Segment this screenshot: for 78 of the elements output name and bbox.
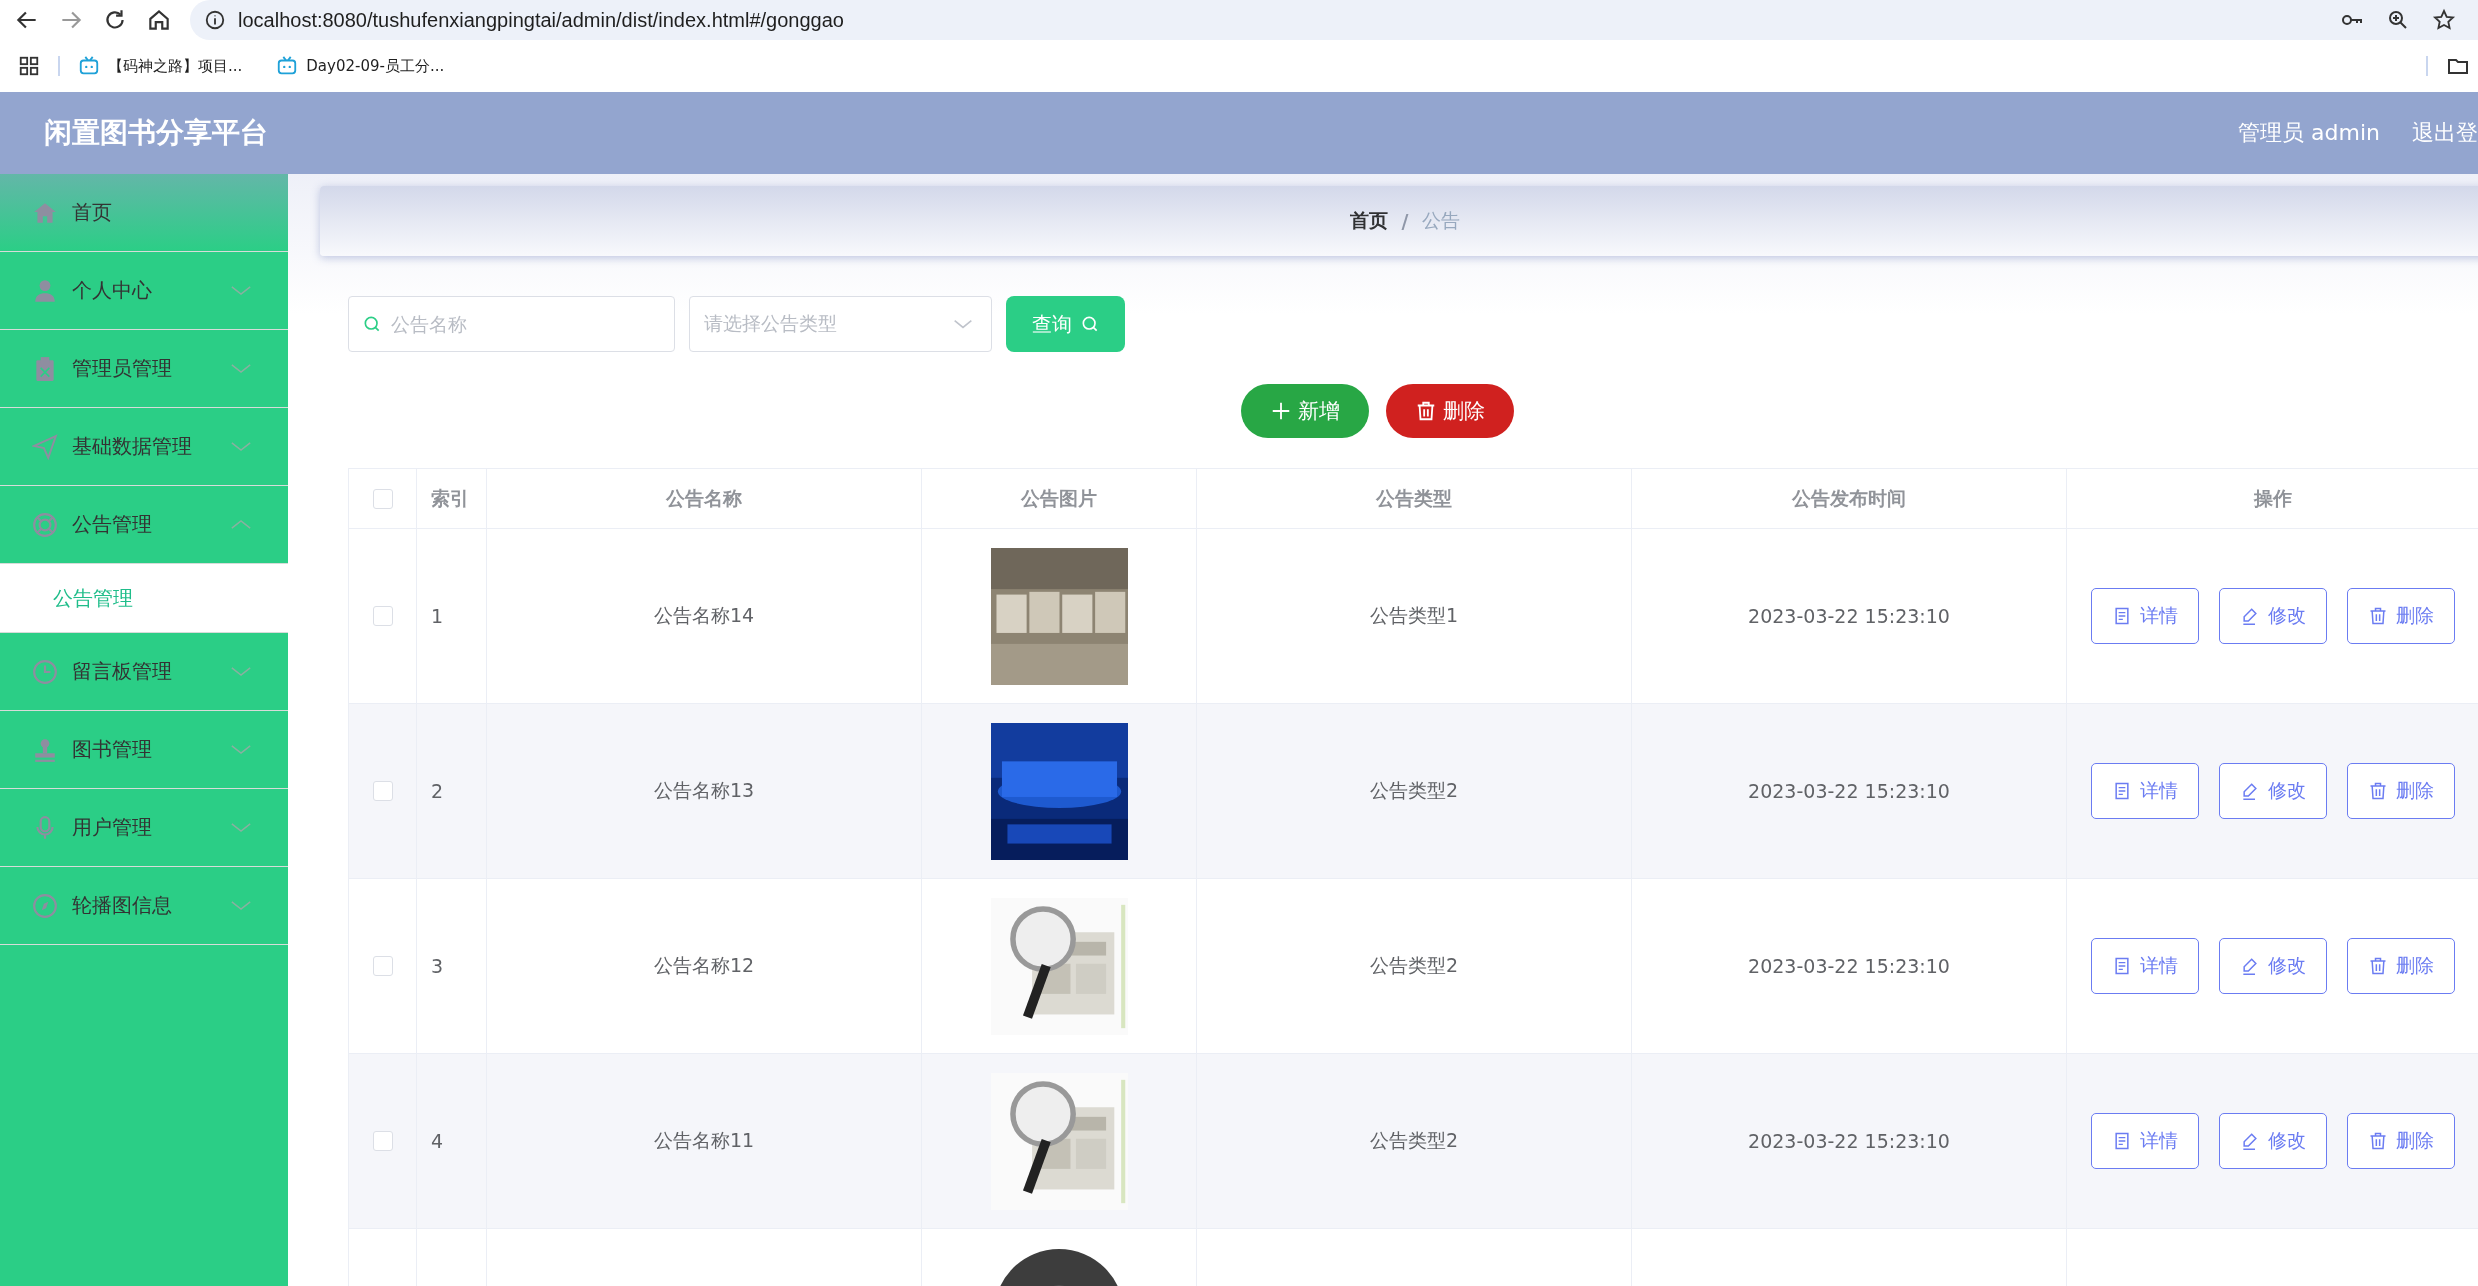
person-icon <box>32 277 58 304</box>
bookmark[interactable]: 【码神之路】项目... <box>78 55 243 77</box>
chevron-down-icon <box>230 744 252 755</box>
checkbox[interactable] <box>372 488 393 509</box>
clock-icon <box>32 658 58 685</box>
checkbox[interactable] <box>372 781 393 801</box>
table-cell-text: 公告名称14 <box>653 603 755 628</box>
search-icon <box>362 314 382 334</box>
delete-button[interactable]: 删除 <box>2346 588 2455 644</box>
details-button[interactable]: 详情 <box>2090 588 2199 644</box>
compass-icon <box>32 892 58 919</box>
table-cell-text: 公告类型1 <box>1369 603 1459 628</box>
details-button[interactable]: 详情 <box>2090 938 2199 994</box>
details-button[interactable]: 详情 <box>2090 1113 2199 1169</box>
delete-button[interactable]: 删除 <box>2346 763 2455 819</box>
table-cell-text: 公告名称12 <box>653 953 755 978</box>
type-select[interactable]: 请选择公告类型 <box>689 296 992 352</box>
chevron-down-icon <box>230 900 252 911</box>
table-cell: 4 <box>431 1130 444 1152</box>
table-cell: 2023-03-22 15:23:10 <box>1748 780 1950 802</box>
chevron-down-icon <box>230 822 252 833</box>
delete-button[interactable]: 删除 <box>2346 1113 2455 1169</box>
delete-button[interactable]: 删除 <box>1385 384 1514 438</box>
table-cell: 2023-03-22 15:23:10 <box>1748 605 1950 627</box>
url-text[interactable]: localhost:8080/tushufenxiangpingtai/admin/dist/index.html#/gonggao <box>238 8 844 32</box>
table-cell-text: 公告名称13 <box>653 778 755 803</box>
breadcrumb-separator: / <box>1401 210 1409 232</box>
delete-button[interactable]: 删除 <box>2346 938 2455 994</box>
table-cell: 3 <box>431 955 444 977</box>
lifebuoy-icon <box>32 511 58 538</box>
stamp-icon <box>32 736 58 763</box>
search-field[interactable]: 公告名称 <box>348 296 675 352</box>
apps-icon[interactable] <box>18 55 40 77</box>
add-button[interactable]: 新增 <box>1240 384 1369 438</box>
chevron-down-icon <box>230 363 252 374</box>
breadcrumb-item[interactable]: 首页 <box>1349 208 1388 234</box>
table-cell-text: 公告类型2 <box>1369 953 1459 978</box>
info-icon <box>204 9 226 31</box>
table-cell: 2 <box>431 780 444 802</box>
table-cell: 2023-03-22 15:23:10 <box>1748 1130 1950 1152</box>
details-button[interactable]: 详情 <box>2090 763 2199 819</box>
column-header: 公告图片 <box>1021 485 1097 511</box>
table-cell: 2023-03-22 15:23:10 <box>1748 955 1950 977</box>
submenu-item[interactable]: 公告管理 <box>0 564 288 633</box>
table-cell-text: 公告名称11 <box>653 1128 755 1153</box>
chevron-down-icon <box>230 441 252 452</box>
chevron-down-icon <box>230 285 252 296</box>
star-icon[interactable] <box>2432 8 2456 32</box>
chevron-up-icon <box>230 519 252 530</box>
send-icon <box>32 433 58 460</box>
home-icon[interactable] <box>146 7 172 33</box>
table-cell-text: 公告类型2 <box>1369 778 1459 803</box>
column-header: 公告发布时间 <box>1792 485 1906 511</box>
edit-button[interactable]: 修改 <box>2218 1113 2327 1169</box>
edit-button[interactable]: 修改 <box>2218 763 2327 819</box>
user-name: 管理员 admin <box>2238 119 2380 147</box>
address-bar[interactable]: localhost:8080/tushufenxiangpingtai/admin/dist/index.html#/gonggao <box>190 0 2478 40</box>
tv-icon <box>78 55 100 77</box>
edit-button[interactable]: 修改 <box>2218 588 2327 644</box>
table-cell: 1 <box>431 605 444 627</box>
column-header: 索引 <box>431 485 469 511</box>
checkbox[interactable] <box>372 606 393 626</box>
column-header: 操作 <box>2253 485 2292 511</box>
menu-item[interactable]: 首页 <box>0 174 288 252</box>
app-title: 闲置图书分享平台 <box>44 115 268 151</box>
chevron-down-icon <box>953 319 973 329</box>
chevron-down-icon <box>230 666 252 677</box>
edit-button[interactable]: 修改 <box>2218 938 2327 994</box>
search-button[interactable]: 查询 <box>1006 296 1125 352</box>
table-cell-text: 公告类型2 <box>1369 1128 1459 1153</box>
column-header: 公告名称 <box>666 485 742 511</box>
checkbox[interactable] <box>372 956 393 976</box>
logout-link[interactable]: 退出登 <box>2412 118 2478 148</box>
checkbox[interactable] <box>372 1131 393 1151</box>
bookmark[interactable]: Day02-09-员工分... <box>276 55 445 77</box>
column-header: 公告类型 <box>1376 485 1452 511</box>
tv-icon <box>276 55 299 77</box>
breadcrumb-item: 公告 <box>1422 208 1461 233</box>
